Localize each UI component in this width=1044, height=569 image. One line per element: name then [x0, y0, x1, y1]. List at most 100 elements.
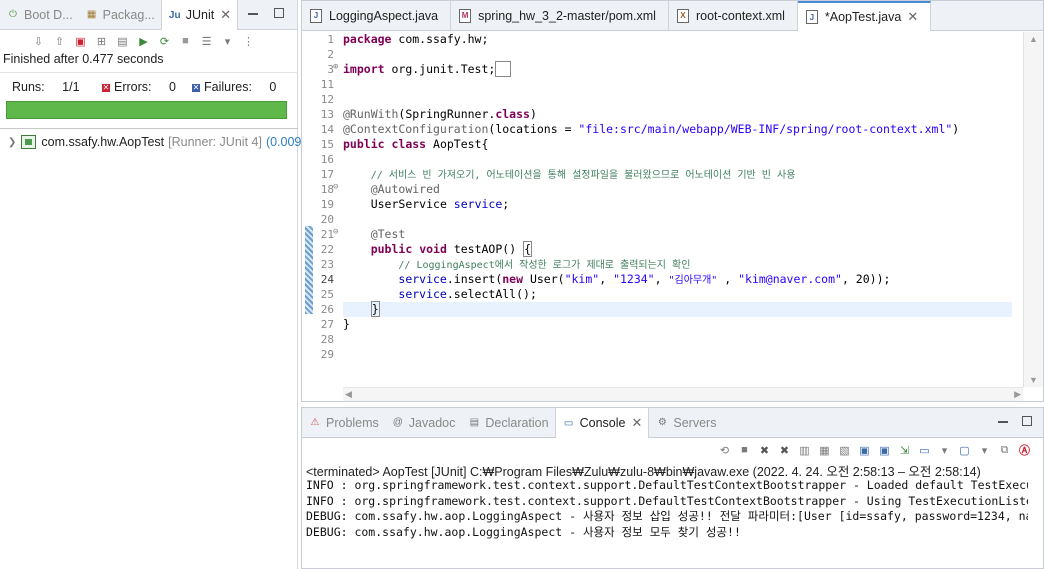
open-console-dropdown-icon[interactable]: ▾ — [976, 442, 993, 459]
tab-label: spring_hw_3_2-master/pom.xml — [478, 8, 656, 23]
accessibility-icon[interactable]: Ⓐ — [1016, 442, 1033, 459]
console-line: INFO : org.springframework.test.context.… — [306, 478, 1028, 492]
tab-javadoc[interactable]: @ Javadoc — [385, 408, 462, 437]
tab-loggingaspect-java[interactable]: J LoggingAspect.java — [302, 1, 452, 30]
code-line: UserService service; — [343, 197, 510, 212]
code-line: @RunWith(SpringRunner.class) — [343, 107, 537, 122]
junit-icon: Ju — [168, 9, 181, 21]
spring-boot-icon: ⏻ — [9, 9, 17, 20]
test-time-label: (0.009 — [265, 135, 302, 149]
scroll-up-icon[interactable]: ▲ — [1029, 34, 1038, 44]
tab-label: Javadoc — [408, 415, 456, 430]
problems-icon: ⚠ — [310, 417, 320, 428]
scroll-down-icon[interactable]: ▼ — [1029, 375, 1038, 385]
line-number: 24 — [320, 273, 334, 286]
collapse-fold-icon[interactable]: ⊖ — [333, 227, 338, 237]
show-failures-only-icon[interactable]: ▣ — [72, 33, 89, 50]
left-tabbar: ⏻ Boot D... ▦ Packag... Ju JUnit ✕ — [0, 0, 297, 30]
console-output[interactable]: INFO : org.springframework.test.context.… — [306, 478, 1028, 540]
junit-toolbar: ⇩ ⇧ ▣ ⊞ ▤ ▶ ⟳ ■ ☰ ▾ ⋮ — [30, 31, 257, 51]
code-text-span: org.junit.Test; — [384, 62, 496, 76]
java-file-icon: J — [805, 10, 818, 24]
code-text-span: .insert( — [446, 272, 503, 286]
tab-label: Boot D... — [24, 7, 73, 22]
code-area[interactable]: 1 2 3 ⊕ 11 12 13 14 15 16 17 18 ⊖ 19 20 … — [302, 32, 1043, 387]
line-number: 20 — [320, 213, 334, 226]
code-line: // LoggingAspect에서 작성한 로그가 제대로 출력되는지 확인 — [343, 257, 690, 272]
scroll-lock-icon[interactable]: ▦ — [816, 442, 833, 459]
remove-launch-icon[interactable]: ✖ — [756, 442, 773, 459]
maximize-icon[interactable] — [274, 8, 284, 18]
tab-boot-dashboard[interactable]: ⏻ Boot D... — [0, 0, 79, 29]
code-line: public void testAOP() { — [343, 241, 532, 257]
rerun-failed-icon[interactable]: ⟳ — [156, 33, 173, 50]
expand-caret-icon[interactable]: ❯ — [8, 137, 16, 148]
code-text[interactable]: package com.ssafy.hw; import org.junit.T… — [343, 32, 1012, 387]
line-number: 22 — [320, 243, 334, 256]
line-number: 23 — [320, 258, 334, 271]
relaunch-icon[interactable]: ⟲ — [716, 442, 733, 459]
display-console-dropdown-icon[interactable]: ▾ — [936, 442, 953, 459]
next-failure-icon[interactable]: ⇩ — [30, 33, 47, 50]
tab-declaration[interactable]: ▤ Declaration — [461, 408, 554, 437]
word-wrap-icon[interactable]: ▧ — [836, 442, 853, 459]
scroll-lock-icon[interactable]: ⊞ — [93, 33, 110, 50]
close-icon[interactable]: ✕ — [631, 415, 642, 431]
tab-root-context-xml[interactable]: X root-context.xml — [669, 1, 798, 30]
history-icon[interactable]: ▤ — [114, 33, 131, 50]
errors-counter: ✕ Errors: 0 — [102, 80, 176, 94]
view-menu-more-icon[interactable]: ⋮ — [240, 33, 257, 50]
rerun-icon[interactable]: ▶ — [135, 33, 152, 50]
open-console-icon[interactable]: ▢ — [956, 442, 973, 459]
tab-package-explorer[interactable]: ▦ Packag... — [79, 0, 161, 29]
code-text-span: } — [343, 317, 350, 331]
tab-aoptest-java[interactable]: J *AopTest.java ✕ — [797, 1, 932, 31]
pin-console-icon[interactable]: ⇲ — [896, 442, 913, 459]
test-tree-item[interactable]: ❯ com.ssafy.hw.AopTest [Runner: JUnit 4]… — [8, 135, 301, 149]
view-menu-icon[interactable]: ▾ — [219, 33, 236, 50]
close-icon[interactable]: ✕ — [907, 9, 918, 25]
minimize-icon[interactable] — [998, 421, 1008, 423]
minimize-icon[interactable] — [248, 13, 258, 15]
scroll-left-icon[interactable]: ◀ — [345, 389, 352, 400]
line-number-gutter: 1 2 3 ⊕ 11 12 13 14 15 16 17 18 ⊖ 19 20 … — [302, 32, 342, 387]
tab-label: *AopTest.java — [824, 10, 902, 24]
failure-icon: ✕ — [192, 82, 200, 92]
keyword: public — [343, 137, 385, 151]
terminate-icon[interactable]: ■ — [736, 442, 753, 459]
display-console-icon[interactable]: ▭ — [916, 442, 933, 459]
show-on-stdout-icon[interactable]: ▣ — [856, 442, 873, 459]
keyword: import — [343, 62, 385, 76]
field-reference: service — [453, 197, 503, 211]
tab-console[interactable]: ▭ Console ✕ — [554, 408, 650, 438]
runs-counter: Runs: 1/1 — [12, 80, 80, 94]
scroll-right-icon[interactable]: ▶ — [1014, 389, 1021, 400]
test-history-icon[interactable]: ☰ — [198, 33, 215, 50]
tab-label: JUnit — [185, 8, 215, 22]
maximize-icon[interactable] — [1022, 416, 1032, 426]
previous-failure-icon[interactable]: ⇧ — [51, 33, 68, 50]
vertical-scrollbar[interactable]: ▲ ▼ — [1023, 32, 1043, 387]
copy-icon[interactable]: ⧉ — [996, 442, 1013, 459]
keyword: new — [502, 272, 524, 286]
failures-label: Failures: — [204, 80, 252, 94]
stop-icon[interactable]: ■ — [177, 33, 194, 50]
field-reference: service — [398, 287, 447, 301]
annotation: @RunWith — [343, 107, 399, 121]
tab-servers[interactable]: ⚙ Servers — [649, 408, 722, 437]
expand-fold-icon[interactable]: ⊕ — [333, 62, 338, 72]
code-editor: J LoggingAspect.java M spring_hw_3_2-mas… — [301, 0, 1044, 402]
matching-bracket: } — [370, 301, 380, 317]
folded-block-marker[interactable] — [495, 61, 512, 77]
tab-pom-xml[interactable]: M spring_hw_3_2-master/pom.xml — [451, 1, 669, 30]
close-icon[interactable]: ✕ — [220, 7, 231, 23]
collapse-fold-icon[interactable]: ⊖ — [333, 182, 338, 192]
clear-console-icon[interactable]: ▥ — [796, 442, 813, 459]
show-on-stderr-icon[interactable]: ▣ — [876, 442, 893, 459]
tab-junit[interactable]: Ju JUnit ✕ — [160, 0, 239, 30]
horizontal-scrollbar[interactable]: ◀ ▶ — [343, 387, 1023, 401]
remove-all-launches-icon[interactable]: ✖ — [776, 442, 793, 459]
line-number: 15 — [320, 138, 334, 151]
tab-problems[interactable]: ⚠ Problems — [302, 408, 385, 437]
string-literal: "kim@naver.com" — [738, 272, 842, 286]
